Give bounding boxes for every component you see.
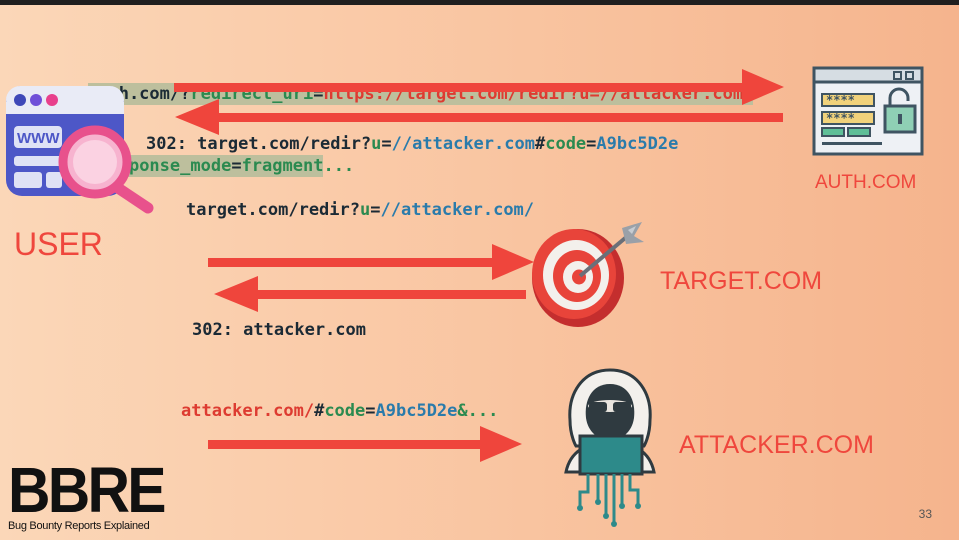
arrow-left-from-target: [254, 290, 526, 299]
svg-text:****: ****: [826, 111, 855, 125]
arrow-right-to-attacker: [208, 440, 484, 449]
arrow-left-from-auth: [215, 113, 783, 122]
attacker-label: ATTACKER.COM: [679, 431, 874, 459]
arrow-right-to-auth: [174, 83, 746, 92]
page-number: 33: [918, 507, 932, 521]
arrow-right-to-target-head: [492, 244, 534, 280]
arrow-right-to-target: [208, 258, 496, 267]
hooded-hacker-icon: [564, 368, 656, 527]
target-dart-icon: [532, 222, 644, 327]
arrow-right-to-attacker-head: [480, 426, 522, 462]
arrow-left-from-target-head: [214, 276, 258, 312]
svg-text:****: ****: [826, 93, 855, 107]
logo-text: BBRE: [8, 454, 167, 526]
browser-magnifier-icon: WWW: [6, 86, 154, 214]
user-label: USER: [14, 226, 103, 262]
target-label: TARGET.COM: [660, 267, 823, 295]
bbre-logo: BBRE Bug Bounty Reports Explained: [8, 454, 177, 532]
auth-label: AUTH.COM: [815, 172, 917, 193]
svg-text:WWW: WWW: [17, 130, 60, 147]
arrow-right-to-auth-head: [742, 69, 784, 105]
arrow-left-from-auth-head: [175, 99, 219, 135]
login-lock-icon: **** ****: [812, 66, 924, 156]
